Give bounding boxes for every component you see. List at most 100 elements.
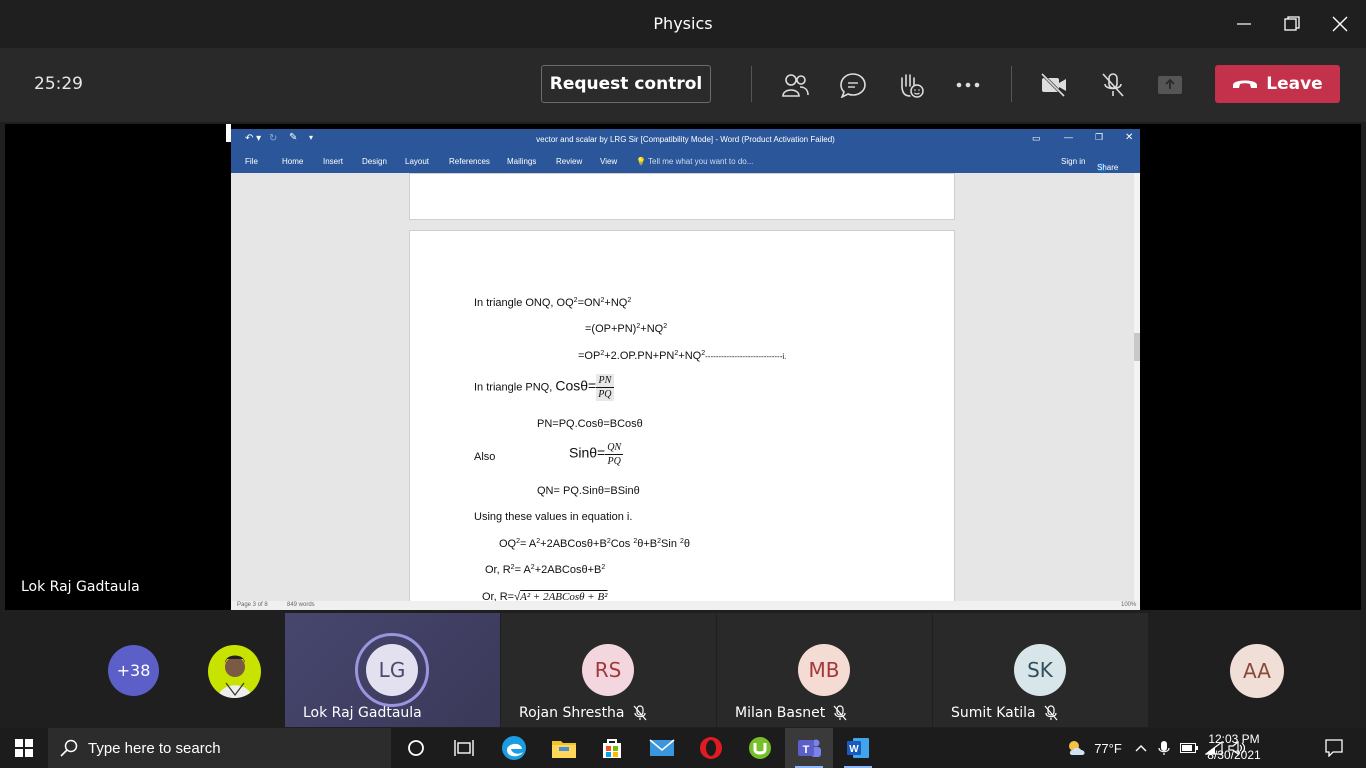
mic-toggle-button[interactable] [1097, 70, 1129, 100]
doc-line-6: Sinθ= QN PQ [569, 442, 624, 467]
participant-tile-sk[interactable]: SK Sumit Katila [933, 613, 1148, 727]
presenter-name: Lok Raj Gadtaula [21, 579, 140, 595]
opera-button[interactable] [687, 728, 735, 768]
request-control-button[interactable]: Request control [541, 65, 711, 103]
store-button[interactable] [588, 728, 636, 768]
mic-muted-icon [633, 705, 646, 721]
microphone-tray-icon[interactable] [1155, 728, 1173, 768]
participant-name: Sumit Katila [951, 705, 1058, 721]
task-view-icon [454, 740, 474, 756]
zoom-level[interactable]: 100% [1121, 602, 1136, 608]
word-count[interactable]: 849 words [287, 602, 315, 608]
svg-text:T: T [803, 744, 810, 756]
tab-file[interactable]: File [245, 157, 258, 166]
reactions-button[interactable] [894, 70, 926, 100]
participant-avatar-aa[interactable]: AA [1230, 644, 1284, 698]
document-page[interactable]: In triangle ONQ, OQ2=ON2+NQ2 =(OP+PN)2+N… [409, 230, 955, 610]
search-input[interactable] [88, 739, 368, 757]
clock-date: 8/30/2021 [1207, 748, 1261, 762]
meeting-toolbar: 25:29 Request control Leave [0, 48, 1366, 122]
word-restore-icon[interactable]: ❐ [1095, 132, 1103, 143]
camera-toggle-button[interactable] [1038, 70, 1070, 100]
word-ribbon-tabs: File Home Insert Design Layout Reference… [231, 151, 1140, 173]
doc-line-8: Using these values in equation i. [474, 511, 633, 523]
scrollbar-thumb[interactable] [1134, 333, 1140, 361]
previous-page [409, 173, 955, 220]
mail-button[interactable] [638, 728, 686, 768]
share-tray-button[interactable] [1154, 70, 1186, 100]
tab-view[interactable]: View [600, 157, 617, 166]
file-explorer-button[interactable] [540, 728, 588, 768]
restore-button[interactable] [1268, 0, 1316, 48]
lightbulb-icon: 💡 [636, 157, 646, 166]
system-clock[interactable]: 12:03 PM 8/30/2021 [1186, 731, 1282, 763]
tab-layout[interactable]: Layout [405, 157, 429, 166]
participants-button[interactable] [779, 70, 811, 100]
overflow-participants-badge[interactable]: +38 [108, 645, 159, 696]
word-taskbar-button[interactable]: W [834, 728, 882, 768]
chat-icon [840, 73, 866, 98]
tab-review[interactable]: Review [556, 157, 582, 166]
minimize-button[interactable] [1220, 0, 1268, 48]
doc-line-7: QN= PQ.Sinθ=BSinθ [537, 485, 640, 497]
participant-tile-mb[interactable]: MB Milan Basnet [717, 613, 932, 727]
utorrent-button[interactable] [736, 728, 784, 768]
doc-line-4: In triangle PNQ, Cosθ= PN PQ [474, 374, 614, 401]
tray-overflow-icon[interactable] [1132, 728, 1150, 768]
participant-photo-avatar[interactable] [208, 645, 261, 698]
tab-mailings[interactable]: Mailings [507, 157, 536, 166]
more-icon [956, 82, 980, 88]
doc-line-3: =OP2+2.OP.PN+PN2+NQ2--------------------… [578, 350, 787, 362]
minimize-icon [1237, 23, 1251, 25]
tab-insert[interactable]: Insert [323, 157, 343, 166]
camera-off-icon [1040, 72, 1066, 98]
fraction-qn-pq: QN PQ [605, 442, 624, 467]
word-title-bar: ↶ ▾ ↻ ✎ ▾ vector and scalar by LRG Sir [… [231, 129, 1140, 151]
participant-name: Milan Basnet [735, 705, 847, 721]
shared-word-window: ↶ ▾ ↻ ✎ ▾ vector and scalar by LRG Sir [… [231, 129, 1140, 610]
vertical-scrollbar[interactable] [1134, 173, 1140, 601]
windows-taskbar: T W 77°F 12:03 PM 8/30/2021 [0, 728, 1366, 768]
chat-button[interactable] [837, 70, 869, 100]
restore-icon [1284, 16, 1300, 31]
fraction-pn-pq: PN PQ [596, 374, 614, 401]
notifications-button[interactable] [1318, 728, 1350, 768]
edge-taskbar-button[interactable] [490, 728, 538, 768]
participant-tile-lg[interactable]: LG Lok Raj Gadtaula [285, 613, 500, 727]
phone-hangup-icon [1233, 80, 1258, 88]
clock-time: 12:03 PM [1208, 732, 1260, 746]
doc-line-9: OQ2= A2+2ABCosθ+B2Cos 2θ+B2Sin 2θ [499, 538, 691, 550]
leave-button[interactable]: Leave [1215, 65, 1340, 103]
word-document-title: vector and scalar by LRG Sir [Compatibil… [536, 135, 835, 144]
tab-references[interactable]: References [449, 157, 490, 166]
close-button[interactable] [1316, 0, 1364, 48]
word-close-icon[interactable]: ✕ [1125, 132, 1133, 143]
sign-in-link[interactable]: Sign in [1061, 157, 1085, 166]
tab-design[interactable]: Design [362, 157, 387, 166]
start-button[interactable] [0, 728, 48, 768]
ribbon-options-icon[interactable]: ▭ [1032, 133, 1041, 144]
teams-taskbar-button[interactable]: T [785, 728, 833, 768]
more-actions-button[interactable] [952, 70, 984, 100]
store-icon [603, 739, 621, 758]
avatar: SK [1014, 644, 1066, 696]
folder-icon [552, 741, 576, 758]
participant-tile-rs[interactable]: RS Rojan Shrestha [501, 613, 716, 727]
task-view-button[interactable] [440, 728, 488, 768]
tell-me-box[interactable]: Tell me what you want to do... [648, 157, 753, 166]
share-screen-icon [1158, 76, 1182, 94]
taskbar-search[interactable] [48, 728, 391, 768]
raise-hand-icon [901, 74, 924, 98]
word-minimize-icon[interactable]: — [1064, 132, 1073, 142]
tab-home[interactable]: Home [282, 157, 303, 166]
edge-icon [502, 736, 526, 760]
weather-widget[interactable]: 77°F [1058, 728, 1130, 768]
avatar: RS [582, 644, 634, 696]
meeting-timer: 25:29 [34, 74, 83, 94]
partly-cloudy-icon [1069, 741, 1085, 755]
participant-name: Rojan Shrestha [519, 705, 647, 721]
cortana-button[interactable] [392, 728, 440, 768]
divider [751, 66, 752, 102]
utorrent-icon [749, 737, 771, 759]
page-count[interactable]: Page 3 of 8 [237, 602, 268, 608]
